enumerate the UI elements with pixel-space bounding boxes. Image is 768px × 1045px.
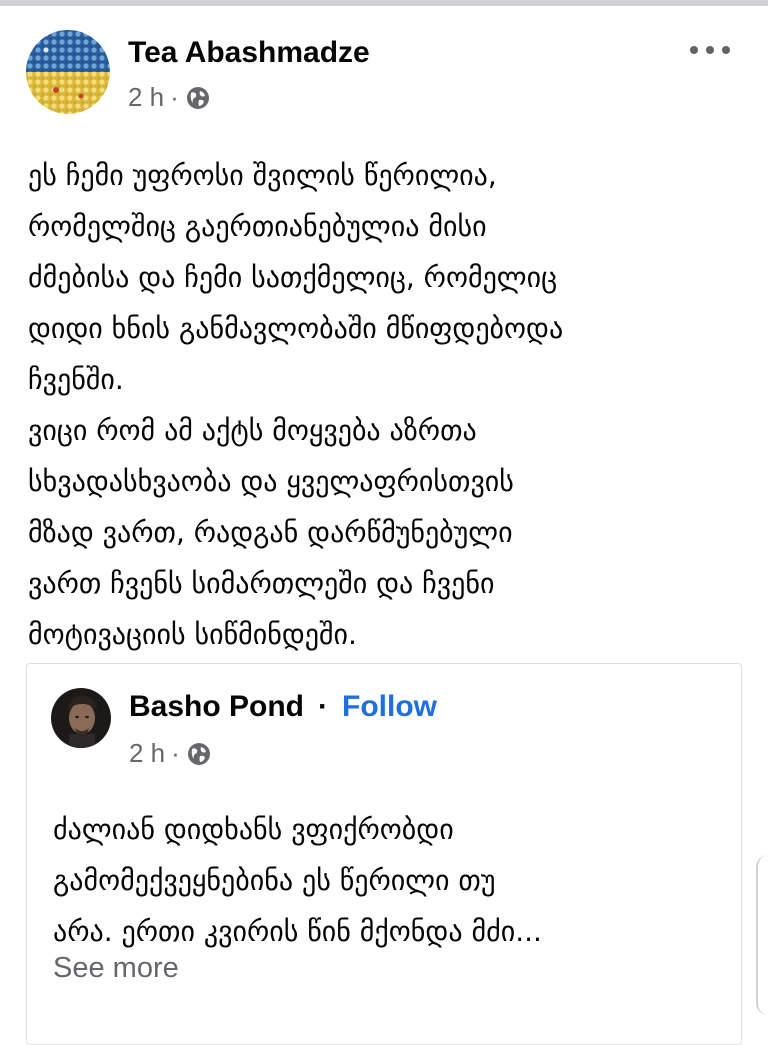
globe-icon xyxy=(185,85,211,111)
post-time[interactable]: 2 h xyxy=(128,82,164,113)
shared-author-name[interactable]: Basho Pond xyxy=(129,690,304,724)
follow-button[interactable]: Follow xyxy=(342,690,437,724)
post-text-line: დიდი ხნის განმავლობაში მწიფდებოდა xyxy=(28,312,564,345)
post-text-line: ეს ჩემი უფროსი შვილის წერილია, xyxy=(28,159,497,192)
globe-icon xyxy=(186,741,212,767)
author-avatar[interactable] xyxy=(26,30,110,114)
shared-text-line: არა. ერთი კვირის წინ მქონდა მძი... xyxy=(53,915,542,948)
post-text-line: მზად ვართ, რადგან დარწმუნებული xyxy=(28,516,513,549)
shared-header: Basho Pond · Follow xyxy=(129,690,437,724)
shared-post-time[interactable]: 2 h xyxy=(129,738,165,769)
edge-decoration xyxy=(756,855,768,1015)
shared-text-line: ძალიან დიდხანს ვფიქრობდი xyxy=(53,813,454,846)
post-body: ეს ჩემი უფროსი შვილის წერილია, რომელშიც … xyxy=(28,150,748,660)
post-meta: 2 h · xyxy=(128,82,211,113)
meta-separator: · xyxy=(170,82,179,112)
post-text-line: ვართ ჩვენს სიმართლეში და ჩვენი xyxy=(28,567,495,600)
shared-text-line: გამომექვეყნებინა ეს წერილი თუ xyxy=(53,864,496,897)
top-divider xyxy=(0,0,768,6)
more-options-icon[interactable] xyxy=(690,38,730,62)
shared-post-body: ძალიან დიდხანს ვფიქრობდი გამომექვეყნებინ… xyxy=(53,804,733,957)
see-more-link[interactable]: See more xyxy=(53,952,179,985)
post-text-line: ძმებისა და ჩემი სათქმელიც, რომელიც xyxy=(28,261,558,294)
meta-separator: · xyxy=(171,738,180,768)
shared-post-meta: 2 h · xyxy=(129,738,212,769)
name-separator: · xyxy=(318,690,329,723)
post-text-line: რომელშიც გაერთიანებულია მისი xyxy=(28,210,487,243)
shared-author-avatar[interactable] xyxy=(51,688,111,748)
author-name[interactable]: Tea Abashmadze xyxy=(128,36,370,70)
post-text-line: სხვადასხვაობა და ყველაფრისთვის xyxy=(28,465,514,498)
post-header: Tea Abashmadze 2 h · xyxy=(26,30,742,120)
post-text-line: ჩვენში. xyxy=(28,363,124,396)
shared-post-card[interactable]: Basho Pond · Follow 2 h · ძალიან დიდხანს… xyxy=(26,663,742,1045)
post-text-line: მოტივაციის სიწმინდეში. xyxy=(28,618,357,651)
post-text-line: ვიცი რომ ამ აქტს მოყვება აზრთა xyxy=(28,414,477,447)
